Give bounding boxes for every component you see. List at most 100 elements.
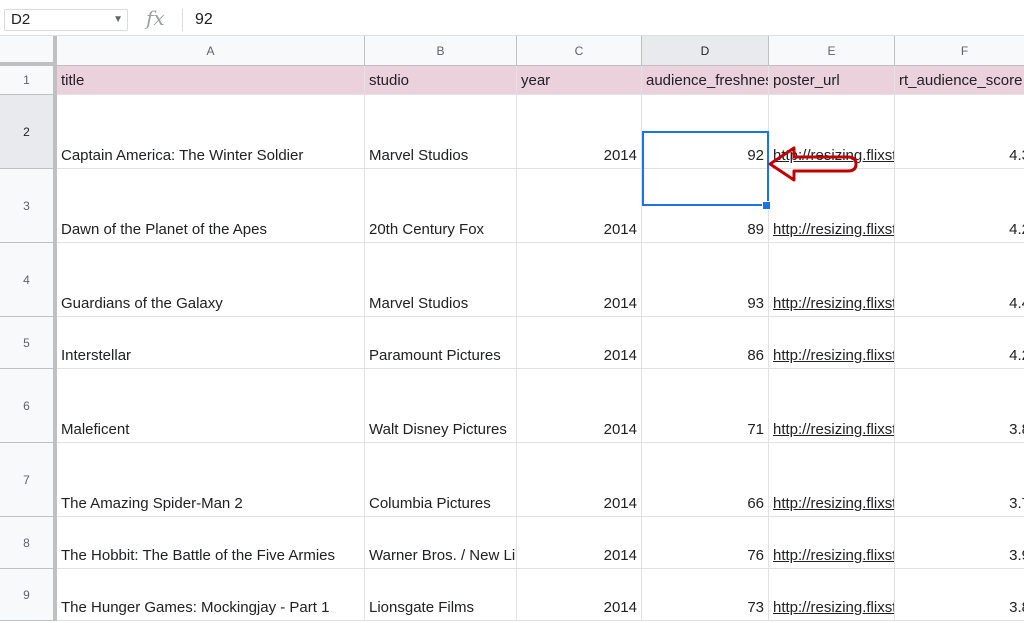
cell-e7[interactable]: http://resizing.flixster bbox=[769, 443, 895, 517]
cell-c9[interactable]: 2014 bbox=[517, 569, 642, 621]
cell-f8[interactable]: 3.9 bbox=[895, 517, 1024, 569]
cell-b8[interactable]: Warner Bros. / New Line bbox=[365, 517, 517, 569]
cell-e6[interactable]: http://resizing.flixster bbox=[769, 369, 895, 443]
cell-value: Walt Disney Pictures bbox=[369, 421, 507, 438]
cell-c1[interactable]: year bbox=[517, 66, 642, 95]
name-box[interactable]: D2 ▼ bbox=[4, 9, 128, 31]
cell-f3[interactable]: 4.2 bbox=[895, 169, 1024, 243]
column-header-e[interactable]: E bbox=[769, 36, 895, 66]
cell-value: rt_audience_score bbox=[899, 72, 1023, 89]
row-header[interactable]: 5 bbox=[0, 317, 57, 369]
cell-d4[interactable]: 93 bbox=[642, 243, 769, 317]
cell-f9[interactable]: 3.8 bbox=[895, 569, 1024, 621]
formula-input[interactable]: 92 bbox=[195, 9, 213, 31]
cell-a8[interactable]: The Hobbit: The Battle of the Five Armie… bbox=[57, 517, 365, 569]
table-row: Captain America: The Winter Soldier Marve… bbox=[57, 95, 1024, 169]
row-number: 9 bbox=[23, 587, 30, 602]
cell-f2[interactable]: 4.3 bbox=[895, 95, 1024, 169]
cell-value: 2014 bbox=[603, 295, 637, 312]
column-header-a[interactable]: A bbox=[57, 36, 365, 66]
cell-value: 3.9 bbox=[1009, 547, 1024, 564]
row-header[interactable]: 3 bbox=[0, 169, 57, 243]
cell-b7[interactable]: Columbia Pictures bbox=[365, 443, 517, 517]
cell-a1[interactable]: title bbox=[57, 66, 365, 95]
cell-a7[interactable]: The Amazing Spider-Man 2 bbox=[57, 443, 365, 517]
cell-f7[interactable]: 3.7 bbox=[895, 443, 1024, 517]
row-header[interactable]: 6 bbox=[0, 369, 57, 443]
row-number: 4 bbox=[23, 272, 30, 287]
cell-c7[interactable]: 2014 bbox=[517, 443, 642, 517]
column-header-b[interactable]: B bbox=[365, 36, 517, 66]
column-header-d[interactable]: D bbox=[642, 36, 769, 66]
cell-value: http://resizing.flixster bbox=[773, 221, 894, 238]
cell-value: Columbia Pictures bbox=[369, 495, 491, 512]
column-header-f[interactable]: F bbox=[895, 36, 1024, 66]
cell-e9[interactable]: http://resizing.flixster bbox=[769, 569, 895, 621]
cell-c3[interactable]: 2014 bbox=[517, 169, 642, 243]
cell-b9[interactable]: Lionsgate Films bbox=[365, 569, 517, 621]
cell-a4[interactable]: Guardians of the Galaxy bbox=[57, 243, 365, 317]
spreadsheet-grid: ABCDEF 1 title studio year audience_freshnes… bbox=[0, 36, 1024, 623]
fill-handle[interactable] bbox=[762, 201, 771, 210]
cell-e5[interactable]: http://resizing.flixster bbox=[769, 317, 895, 369]
cell-d1[interactable]: audience_freshness bbox=[642, 66, 769, 95]
cell-a6[interactable]: Maleficent bbox=[57, 369, 365, 443]
table-row: Interstellar Paramount Pictures 2014 86 http… bbox=[57, 317, 1024, 369]
row-header[interactable]: 7 bbox=[0, 443, 57, 517]
cell-b1[interactable]: studio bbox=[365, 66, 517, 95]
cell-b2[interactable]: Marvel Studios bbox=[365, 95, 517, 169]
cell-value: 4.2 bbox=[1009, 221, 1024, 238]
cell-b3[interactable]: 20th Century Fox bbox=[365, 169, 517, 243]
row-header[interactable]: 2 bbox=[0, 95, 57, 169]
cell-c6[interactable]: 2014 bbox=[517, 369, 642, 443]
table-row: The Amazing Spider-Man 2 Columbia Picture… bbox=[57, 443, 1024, 517]
row-header[interactable]: 8 bbox=[0, 517, 57, 569]
cell-d7[interactable]: 66 bbox=[642, 443, 769, 517]
cell-c4[interactable]: 2014 bbox=[517, 243, 642, 317]
row-header[interactable]: 1 bbox=[0, 66, 57, 95]
cell-d9[interactable]: 73 bbox=[642, 569, 769, 621]
cell-f4[interactable]: 4.4 bbox=[895, 243, 1024, 317]
cell-value: 92 bbox=[747, 147, 764, 164]
cell-b4[interactable]: Marvel Studios bbox=[365, 243, 517, 317]
cell-a3[interactable]: Dawn of the Planet of the Apes bbox=[57, 169, 365, 243]
select-all-corner[interactable] bbox=[0, 36, 57, 66]
cell-d8[interactable]: 76 bbox=[642, 517, 769, 569]
cell-value: http://resizing.flixster bbox=[773, 547, 894, 564]
dropdown-arrow-icon[interactable]: ▼ bbox=[113, 10, 123, 30]
table-row: Maleficent Walt Disney Pictures 2014 71 http… bbox=[57, 369, 1024, 443]
row-header[interactable]: 4 bbox=[0, 243, 57, 317]
cell-c5[interactable]: 2014 bbox=[517, 317, 642, 369]
cell-f5[interactable]: 4.2 bbox=[895, 317, 1024, 369]
cell-value: Guardians of the Galaxy bbox=[61, 295, 223, 312]
cell-f1[interactable]: rt_audience_score bbox=[895, 66, 1024, 95]
cell-d6[interactable]: 71 bbox=[642, 369, 769, 443]
table-row: Guardians of the Galaxy Marvel Studios 201… bbox=[57, 243, 1024, 317]
name-box-value: D2 bbox=[11, 11, 31, 28]
table-row: Dawn of the Planet of the Apes 20th Centu… bbox=[57, 169, 1024, 243]
cell-a2[interactable]: Captain America: The Winter Soldier bbox=[57, 95, 365, 169]
cell-d2[interactable]: 92 bbox=[642, 95, 769, 169]
cell-e8[interactable]: http://resizing.flixster bbox=[769, 517, 895, 569]
cell-value: The Hunger Games: Mockingjay - Part 1 bbox=[61, 599, 330, 616]
row-number: 8 bbox=[23, 535, 30, 550]
row-number: 3 bbox=[23, 198, 30, 213]
column-header-c[interactable]: C bbox=[517, 36, 642, 66]
cell-a5[interactable]: Interstellar bbox=[57, 317, 365, 369]
cell-c2[interactable]: 2014 bbox=[517, 95, 642, 169]
cell-f6[interactable]: 3.8 bbox=[895, 369, 1024, 443]
cell-e4[interactable]: http://resizing.flixster bbox=[769, 243, 895, 317]
cell-e1[interactable]: poster_url bbox=[769, 66, 895, 95]
cell-d5[interactable]: 86 bbox=[642, 317, 769, 369]
cell-value: Dawn of the Planet of the Apes bbox=[61, 221, 267, 238]
cell-b6[interactable]: Walt Disney Pictures bbox=[365, 369, 517, 443]
cell-c8[interactable]: 2014 bbox=[517, 517, 642, 569]
cell-d3[interactable]: 89 bbox=[642, 169, 769, 243]
cell-value: 2014 bbox=[603, 421, 637, 438]
cell-b5[interactable]: Paramount Pictures bbox=[365, 317, 517, 369]
cell-a9[interactable]: The Hunger Games: Mockingjay - Part 1 bbox=[57, 569, 365, 621]
formula-divider bbox=[182, 9, 183, 31]
cell-value: Marvel Studios bbox=[369, 147, 469, 164]
cell-value: 86 bbox=[747, 347, 764, 364]
row-header[interactable]: 9 bbox=[0, 569, 57, 621]
